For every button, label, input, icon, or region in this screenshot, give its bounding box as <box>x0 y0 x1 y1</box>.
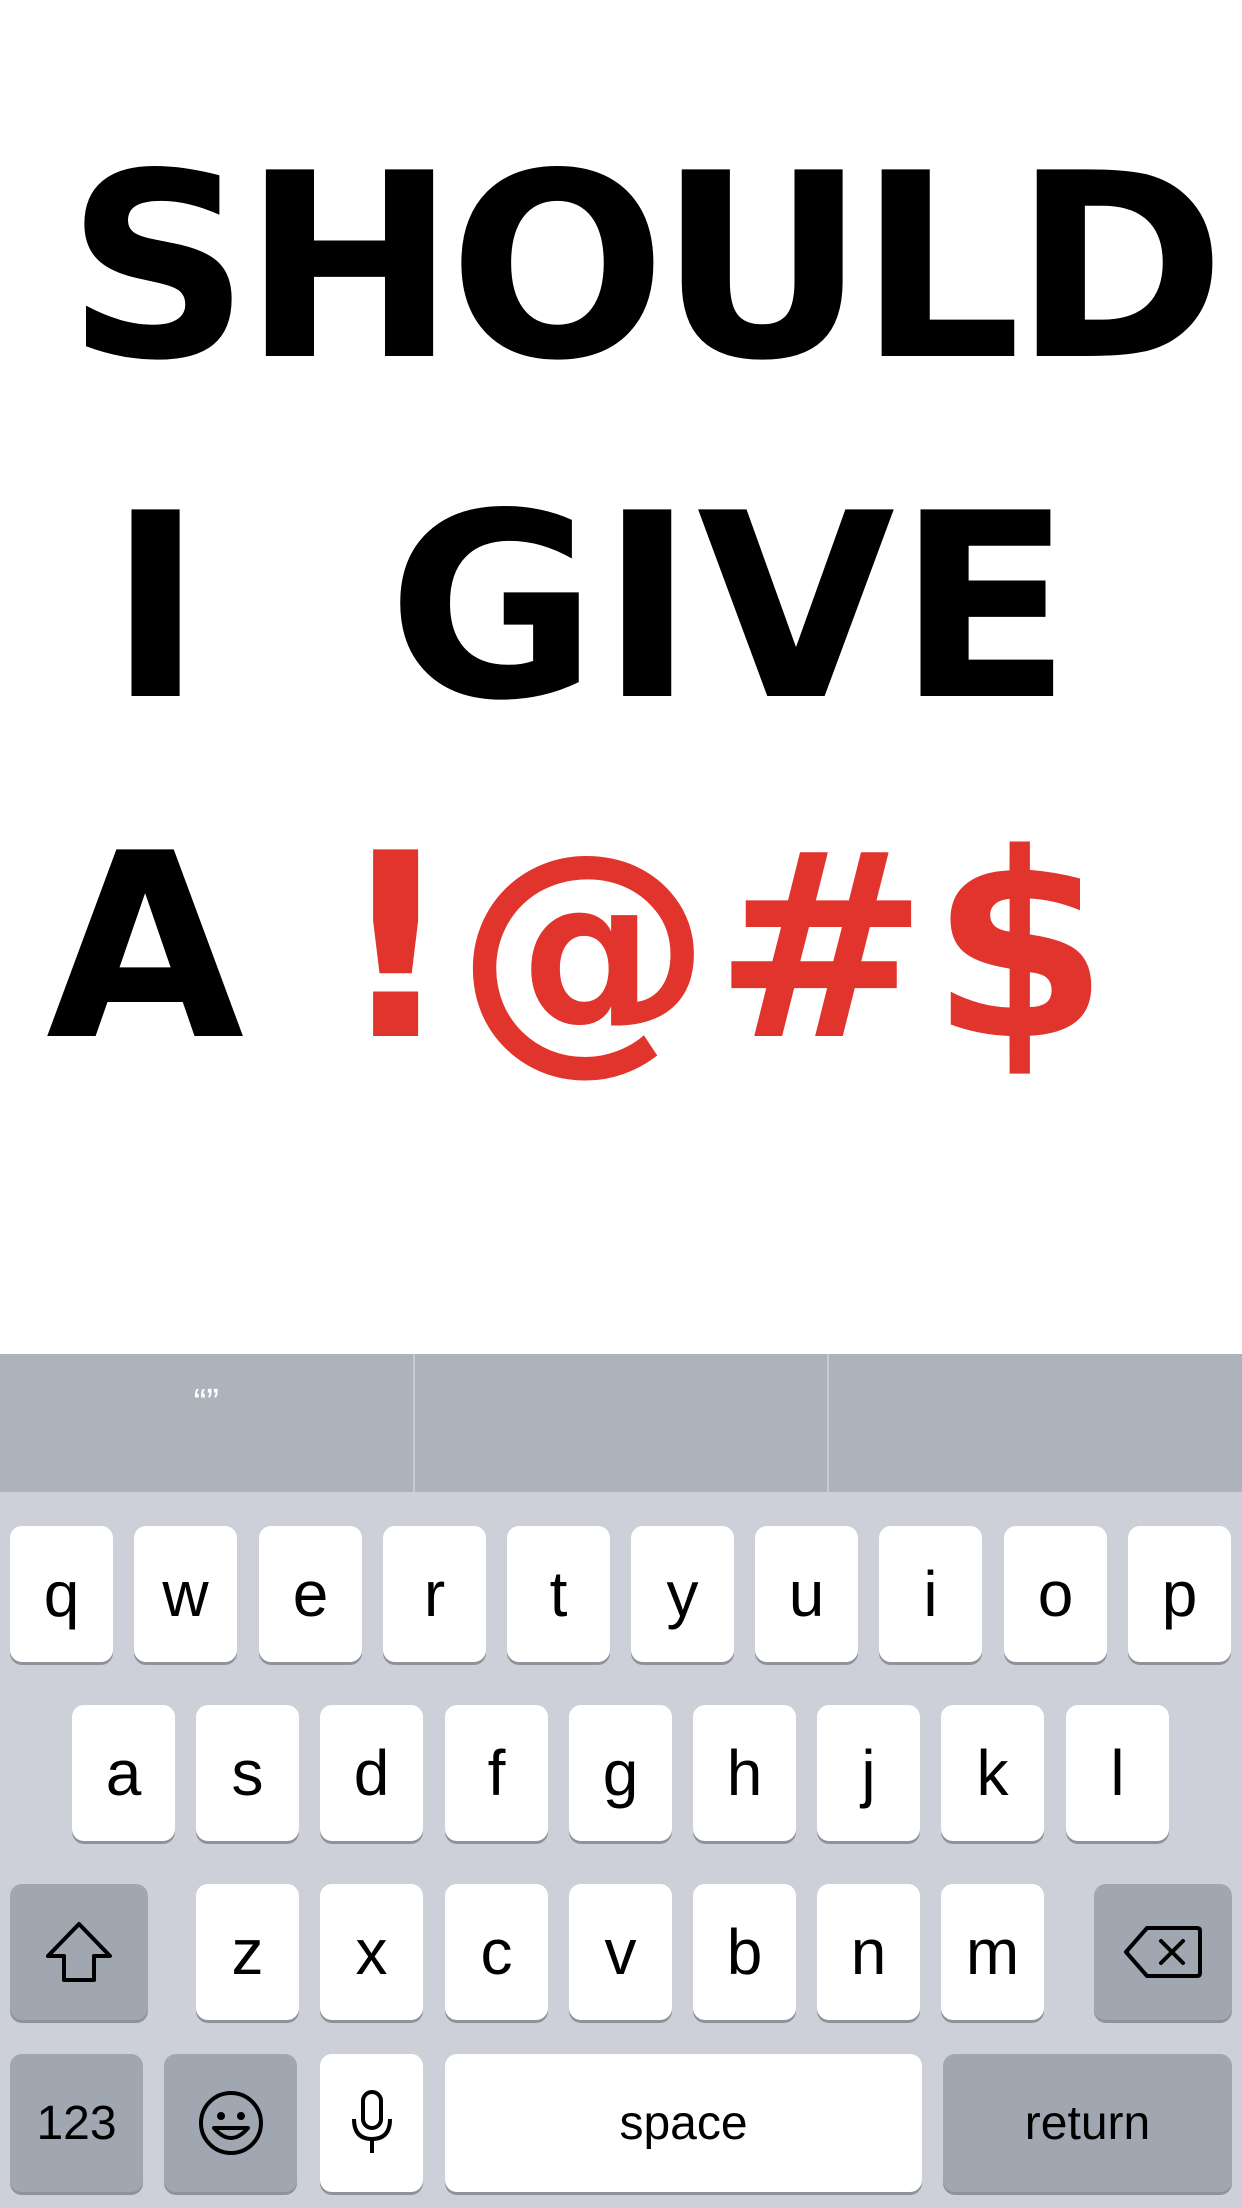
key-x[interactable]: x <box>320 1884 423 2020</box>
numbers-key-label: 123 <box>36 2096 117 2150</box>
key-y[interactable]: y <box>631 1526 734 1662</box>
key-z[interactable]: z <box>196 1884 299 2020</box>
key-f[interactable]: f <box>445 1705 548 1841</box>
headline-prefix: A <box>46 799 338 1097</box>
delete-key[interactable] <box>1094 1884 1232 2020</box>
suggestion-1[interactable]: “” <box>0 1354 413 1492</box>
suggestion-3[interactable] <box>829 1354 1242 1492</box>
emoji-key[interactable] <box>164 2054 297 2192</box>
key-w[interactable]: w <box>134 1526 237 1662</box>
shift-key[interactable] <box>10 1884 148 2020</box>
microphone-key[interactable] <box>320 2054 423 2192</box>
key-r[interactable]: r <box>383 1526 486 1662</box>
space-key[interactable]: space <box>445 2054 922 2192</box>
key-o[interactable]: o <box>1004 1526 1107 1662</box>
key-n[interactable]: n <box>817 1884 920 2020</box>
key-e[interactable]: e <box>259 1526 362 1662</box>
suggestion-bar: “” <box>0 1354 1242 1492</box>
shift-icon <box>44 1920 114 1984</box>
suggestion-2[interactable] <box>415 1354 828 1492</box>
headline-accent-symbols: !@#$ <box>337 799 1111 1097</box>
delete-icon <box>1123 1924 1203 1980</box>
return-key[interactable]: return <box>943 2054 1232 2192</box>
key-q[interactable]: q <box>10 1526 113 1662</box>
key-v[interactable]: v <box>569 1884 672 2020</box>
key-u[interactable]: u <box>755 1526 858 1662</box>
key-p[interactable]: p <box>1128 1526 1231 1662</box>
headline-line-1: SHOULD <box>66 119 1226 417</box>
emoji-icon <box>196 2088 266 2158</box>
key-t[interactable]: t <box>507 1526 610 1662</box>
key-g[interactable]: g <box>569 1705 672 1841</box>
return-key-label: return <box>1024 2096 1151 2150</box>
key-j[interactable]: j <box>817 1705 920 1841</box>
headline-line-2: I GIVE <box>108 459 1074 757</box>
key-i[interactable]: i <box>879 1526 982 1662</box>
key-k[interactable]: k <box>941 1705 1044 1841</box>
microphone-icon <box>349 2089 395 2157</box>
key-b[interactable]: b <box>693 1884 796 2020</box>
keyboard: “” q w e r t y u i o p a s d f g h j k l… <box>0 1354 1242 2208</box>
key-m[interactable]: m <box>941 1884 1044 2020</box>
key-a[interactable]: a <box>72 1705 175 1841</box>
key-h[interactable]: h <box>693 1705 796 1841</box>
key-l[interactable]: l <box>1066 1705 1169 1841</box>
key-s[interactable]: s <box>196 1705 299 1841</box>
key-c[interactable]: c <box>445 1884 548 2020</box>
numbers-key[interactable]: 123 <box>10 2054 143 2192</box>
space-key-label: space <box>619 2096 748 2150</box>
key-d[interactable]: d <box>320 1705 423 1841</box>
headline-line-3: A !@#$ <box>46 820 1111 1076</box>
